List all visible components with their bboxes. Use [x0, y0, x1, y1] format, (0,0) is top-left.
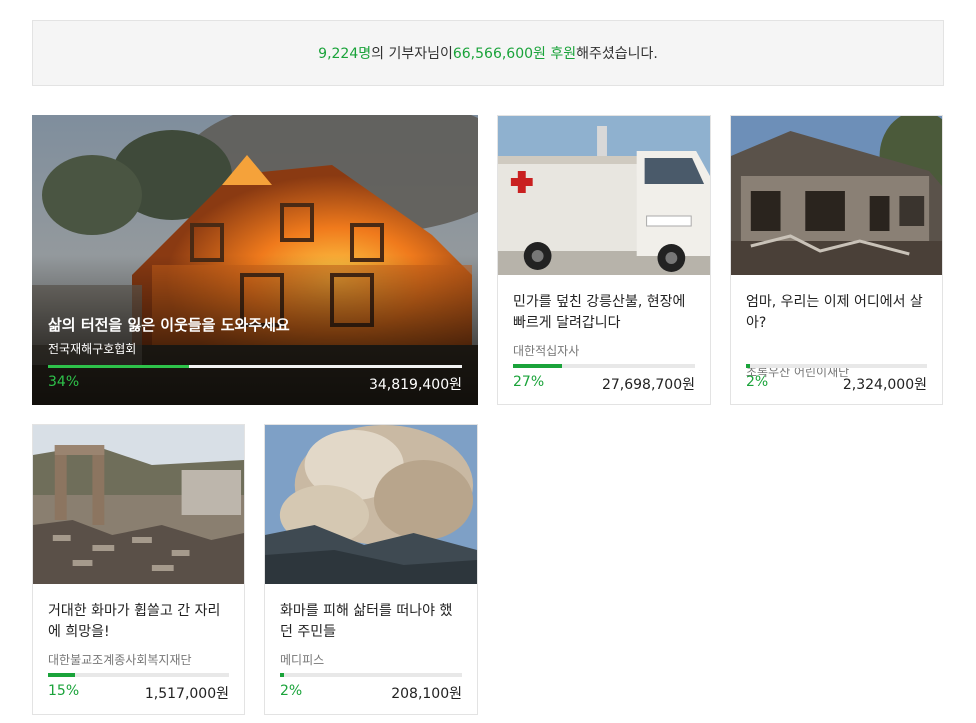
ruins-photo [33, 425, 244, 584]
campaign-card[interactable]: 엄마, 우리는 이제 어디에서 살아? 초록우산 어린이재단 2% 2,324,… [730, 115, 943, 405]
campaign-title[interactable]: 삶의 터전을 잃은 이웃들을 도와주세요 [48, 315, 290, 336]
progress-fill [48, 673, 76, 677]
progress-percent: 2% [746, 374, 769, 390]
raised-amount: 208,100원 [391, 686, 462, 702]
raised-amount: 27,698,700원 [601, 377, 695, 393]
progress-fill [48, 365, 189, 368]
campaign-title[interactable]: 민가를 덮친 강릉산불, 현장에 빠르게 달려갑니다 [513, 292, 695, 334]
campaign-card[interactable]: 화마를 피해 삶터를 떠나야 했던 주민들 메디피스 2% 208,100원 [264, 424, 478, 715]
progress-percent: 34% [48, 374, 80, 390]
progress-bar [746, 364, 927, 368]
summary-text-1: 의 기부자님이 [371, 46, 453, 62]
campaign-org: 대한적십자사 [513, 344, 580, 358]
summary-text-2: 해주셨습니다. [576, 46, 658, 62]
campaign-org: 메디피스 [280, 653, 325, 667]
total-amount: 66,566,600원 후원 [452, 46, 577, 62]
progress-fill [280, 673, 284, 677]
campaign-card[interactable]: 거대한 화마가 휩쓸고 간 자리에 희망을! 대한불교조계종사회복지재단 15%… [32, 424, 245, 715]
progress-bar [280, 673, 462, 677]
progress-percent: 15% [48, 683, 80, 699]
raised-amount: 34,819,400원 [368, 377, 462, 393]
red-cross-truck-photo [498, 116, 710, 275]
raised-amount: 2,324,000원 [842, 377, 927, 393]
donor-count: 9,224명 [318, 46, 372, 62]
campaign-card[interactable]: 민가를 덮친 강릉산불, 현장에 빠르게 달려갑니다 대한적십자사 27% 27… [497, 115, 711, 405]
burned-house-photo [731, 116, 942, 275]
progress-bar [48, 365, 462, 368]
campaign-title[interactable]: 엄마, 우리는 이제 어디에서 살아? [746, 292, 927, 334]
campaign-org: 대한불교조계종사회복지재단 [48, 653, 192, 667]
progress-fill [513, 364, 563, 368]
progress-bar [48, 673, 229, 677]
progress-bar [513, 364, 695, 368]
progress-percent: 2% [280, 683, 303, 699]
smoke-plume-photo [265, 425, 477, 584]
progress-percent: 27% [513, 374, 545, 390]
progress-fill [746, 364, 750, 368]
campaign-title[interactable]: 화마를 피해 삶터를 떠나야 했던 주민들 [280, 601, 462, 643]
donation-summary: 9,224명 의 기부자님이 66,566,600원 후원 해주셨습니다. [32, 20, 944, 86]
raised-amount: 1,517,000원 [144, 686, 229, 702]
campaign-org: 전국재해구호협회 [48, 342, 137, 356]
campaign-title[interactable]: 거대한 화마가 휩쓸고 간 자리에 희망을! [48, 601, 229, 643]
featured-campaign-card[interactable]: 삶의 터전을 잃은 이웃들을 도와주세요 전국재해구호협회 34% 34,819… [32, 115, 478, 405]
